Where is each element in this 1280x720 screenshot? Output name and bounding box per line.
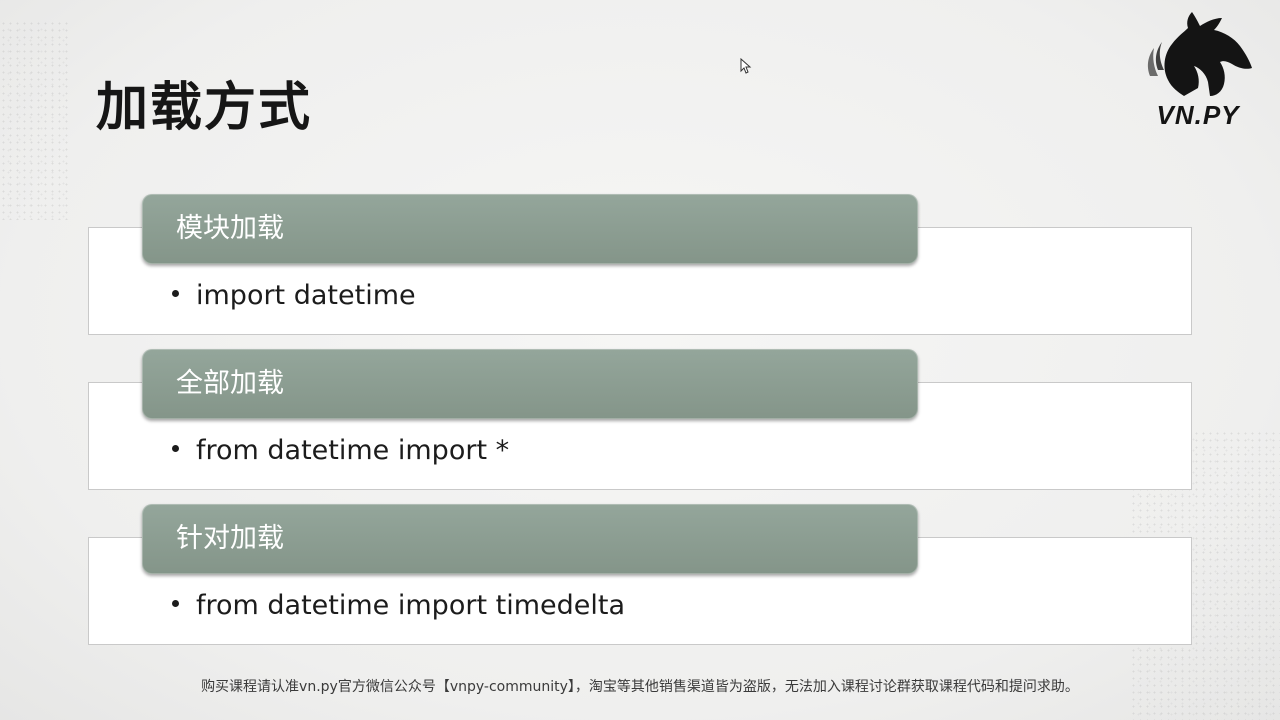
texture-left (0, 20, 70, 220)
bullet-text: import datetime (196, 280, 416, 311)
bullet-item: from datetime import * (172, 434, 509, 468)
horse-head-icon (1147, 12, 1252, 96)
copyright-notice: 购买课程请认准vn.py官方微信公众号【vnpy-community】，淘宝等其… (201, 679, 1079, 695)
vnpy-logo: VN.PY (1147, 12, 1252, 130)
bullet-item: import datetime (172, 279, 416, 313)
block-header: 全部加载 (142, 349, 918, 419)
block-header-label: 针对加载 (176, 523, 284, 554)
block-header-label: 全部加载 (176, 368, 284, 399)
bullet-item: from datetime import timedelta (172, 589, 625, 623)
bullet-icon (172, 290, 179, 297)
bullet-icon (172, 600, 179, 607)
page-title: 加载方式 (96, 78, 313, 138)
block-header: 模块加载 (142, 194, 918, 264)
logo-wordmark: VN.PY (1156, 100, 1241, 130)
bullet-text: from datetime import timedelta (196, 590, 625, 621)
block-header: 针对加载 (142, 504, 918, 574)
bullet-text: from datetime import * (196, 435, 510, 466)
mouse-cursor-icon (740, 58, 752, 74)
block-header-label: 模块加载 (176, 213, 284, 244)
bullet-icon (172, 445, 179, 452)
